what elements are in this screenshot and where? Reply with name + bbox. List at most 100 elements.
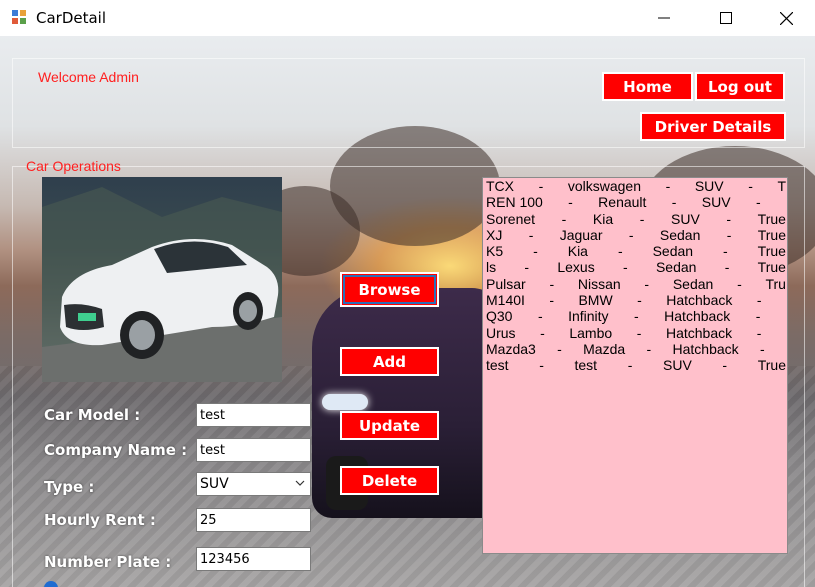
update-button[interactable]: Update <box>340 411 439 440</box>
list-item-cell: M140I <box>486 292 525 309</box>
list-item-cell: - <box>636 324 642 341</box>
list-item-cell: - <box>549 275 555 292</box>
list-item[interactable]: Urus - Lambo - Hatchback - <box>483 325 786 341</box>
home-button[interactable]: Home <box>602 72 693 101</box>
client-area: Welcome Admin Home Log out Driver Detail… <box>0 36 815 587</box>
list-item-cell: - <box>724 259 730 276</box>
maximize-button[interactable] <box>700 0 752 36</box>
hourly-rent-label: Hourly Rent : <box>44 511 156 529</box>
company-name-label: Company Name : <box>44 441 188 459</box>
list-item-cell: test <box>574 357 598 374</box>
window-title: CarDetail <box>36 9 107 27</box>
list-item-cell: - <box>671 194 677 211</box>
list-item-cell: T <box>777 178 786 194</box>
list-item-cell: Lambo <box>569 324 613 341</box>
list-item[interactable]: Pulsar - Nissan - Sedan - Tru <box>483 276 786 292</box>
title-bar: CarDetail <box>0 0 815 36</box>
list-item-cell: Sorenet <box>486 210 536 227</box>
list-item-cell: - <box>726 210 732 227</box>
cars-listbox[interactable]: TCX - volkswagen - SUV - T REN 100- Renault - SUV -… <box>482 177 788 554</box>
list-item-cell: Q30 <box>486 308 513 325</box>
list-item[interactable]: Sorenet - Kia - SUV - True <box>483 211 786 227</box>
company-name-input[interactable]: test <box>196 438 311 462</box>
list-item-cell: ls <box>486 259 497 276</box>
type-select[interactable]: SUV <box>196 472 311 496</box>
list-item-cell: Hatchback <box>666 292 733 309</box>
list-item-cell: test <box>486 357 509 374</box>
car-operations-label: Car Operations <box>26 158 121 174</box>
car-model-input[interactable]: test <box>196 403 311 427</box>
list-item[interactable]: XJ - Jaguar - Sedan - True <box>483 227 786 243</box>
close-button[interactable] <box>760 0 812 36</box>
list-item-cell: True <box>757 210 786 227</box>
list-item-cell: - <box>533 243 538 260</box>
car-photo <box>42 177 282 382</box>
list-item-cell: - <box>755 194 761 211</box>
maximize-icon <box>720 12 732 24</box>
list-item-cell: Lexus <box>557 259 595 276</box>
welcome-label: Welcome Admin <box>38 69 139 85</box>
number-plate-input[interactable]: 123456 <box>196 547 311 571</box>
list-item-cell: - <box>549 292 555 309</box>
list-item-cell: Sedan <box>672 275 714 292</box>
browse-button[interactable]: Browse <box>340 272 439 307</box>
chevron-down-icon <box>295 480 305 486</box>
list-item[interactable]: TCX - volkswagen - SUV - T <box>483 178 786 194</box>
list-item-cell: Jaguar <box>559 226 603 243</box>
list-item-cell: SUV <box>663 357 692 374</box>
delete-button[interactable]: Delete <box>340 466 439 495</box>
list-item-cell: Mazda3 <box>486 340 536 357</box>
list-item-cell: Tru <box>765 275 786 292</box>
list-item-cell: BMW <box>578 292 613 309</box>
list-item-cell: - <box>722 357 728 374</box>
driver-details-button[interactable]: Driver Details <box>640 112 786 141</box>
hourly-rent-input[interactable]: 25 <box>196 508 311 532</box>
minimize-icon <box>658 17 670 19</box>
car-image <box>42 187 282 382</box>
list-item-cell: REN 100 <box>486 194 543 211</box>
list-item-cell: K5 <box>486 243 504 260</box>
list-item-cell: True <box>757 226 786 243</box>
list-item-cell: - <box>723 243 728 260</box>
add-button[interactable]: Add <box>340 347 439 376</box>
list-item[interactable]: ls - Lexus - Sedan - True <box>483 259 786 275</box>
type-select-value: SUV <box>200 476 229 492</box>
close-icon <box>779 11 793 25</box>
list-item-cell: - <box>737 275 742 292</box>
list-item-cell: - <box>755 308 761 325</box>
list-item-cell: - <box>557 340 562 357</box>
list-item-cell: True <box>757 243 786 260</box>
list-item-cell: - <box>759 340 765 357</box>
list-item-cell: Pulsar <box>486 275 526 292</box>
list-item[interactable]: test - test - SUV - True <box>483 357 786 373</box>
list-item-cell: - <box>756 324 762 341</box>
list-item-cell: Nissan <box>577 275 621 292</box>
type-label: Type : <box>44 478 95 496</box>
list-item-cell: - <box>568 194 573 211</box>
list-item-cell: XJ <box>486 226 503 243</box>
list-item-cell: - <box>644 275 650 292</box>
list-item[interactable]: Q30 - Infinity - Hatchback - <box>483 308 786 324</box>
list-item-cell: Urus <box>486 324 516 341</box>
list-item-cell: Sedan <box>659 226 701 243</box>
list-item-cell: Mazda <box>583 340 626 357</box>
minimize-button[interactable] <box>638 0 690 36</box>
list-item[interactable]: Mazda3 - Mazda - Hatchback - <box>483 341 786 357</box>
list-item-cell: TCX <box>486 178 514 194</box>
list-item-cell: - <box>628 226 634 243</box>
logout-button[interactable]: Log out <box>695 72 785 101</box>
list-item-cell: - <box>623 259 628 276</box>
list-item-cell: Kia <box>592 210 614 227</box>
list-item-cell: Infinity <box>568 308 609 325</box>
list-item-cell: SUV <box>701 194 731 211</box>
list-item-cell: - <box>538 178 544 194</box>
list-item[interactable]: REN 100 - Renault - SUV - <box>483 194 786 210</box>
list-item-cell: Renault <box>598 194 647 211</box>
list-item-cell: - <box>540 324 545 341</box>
list-item-cell: - <box>665 178 671 194</box>
list-item-cell: - <box>617 243 623 260</box>
list-item[interactable]: K5 - Kia - Sedan - True <box>483 243 786 259</box>
list-item[interactable]: M140I - BMW - Hatchback - <box>483 292 786 308</box>
list-item-cell: True <box>757 357 786 374</box>
list-item-cell: SUV <box>694 178 724 194</box>
